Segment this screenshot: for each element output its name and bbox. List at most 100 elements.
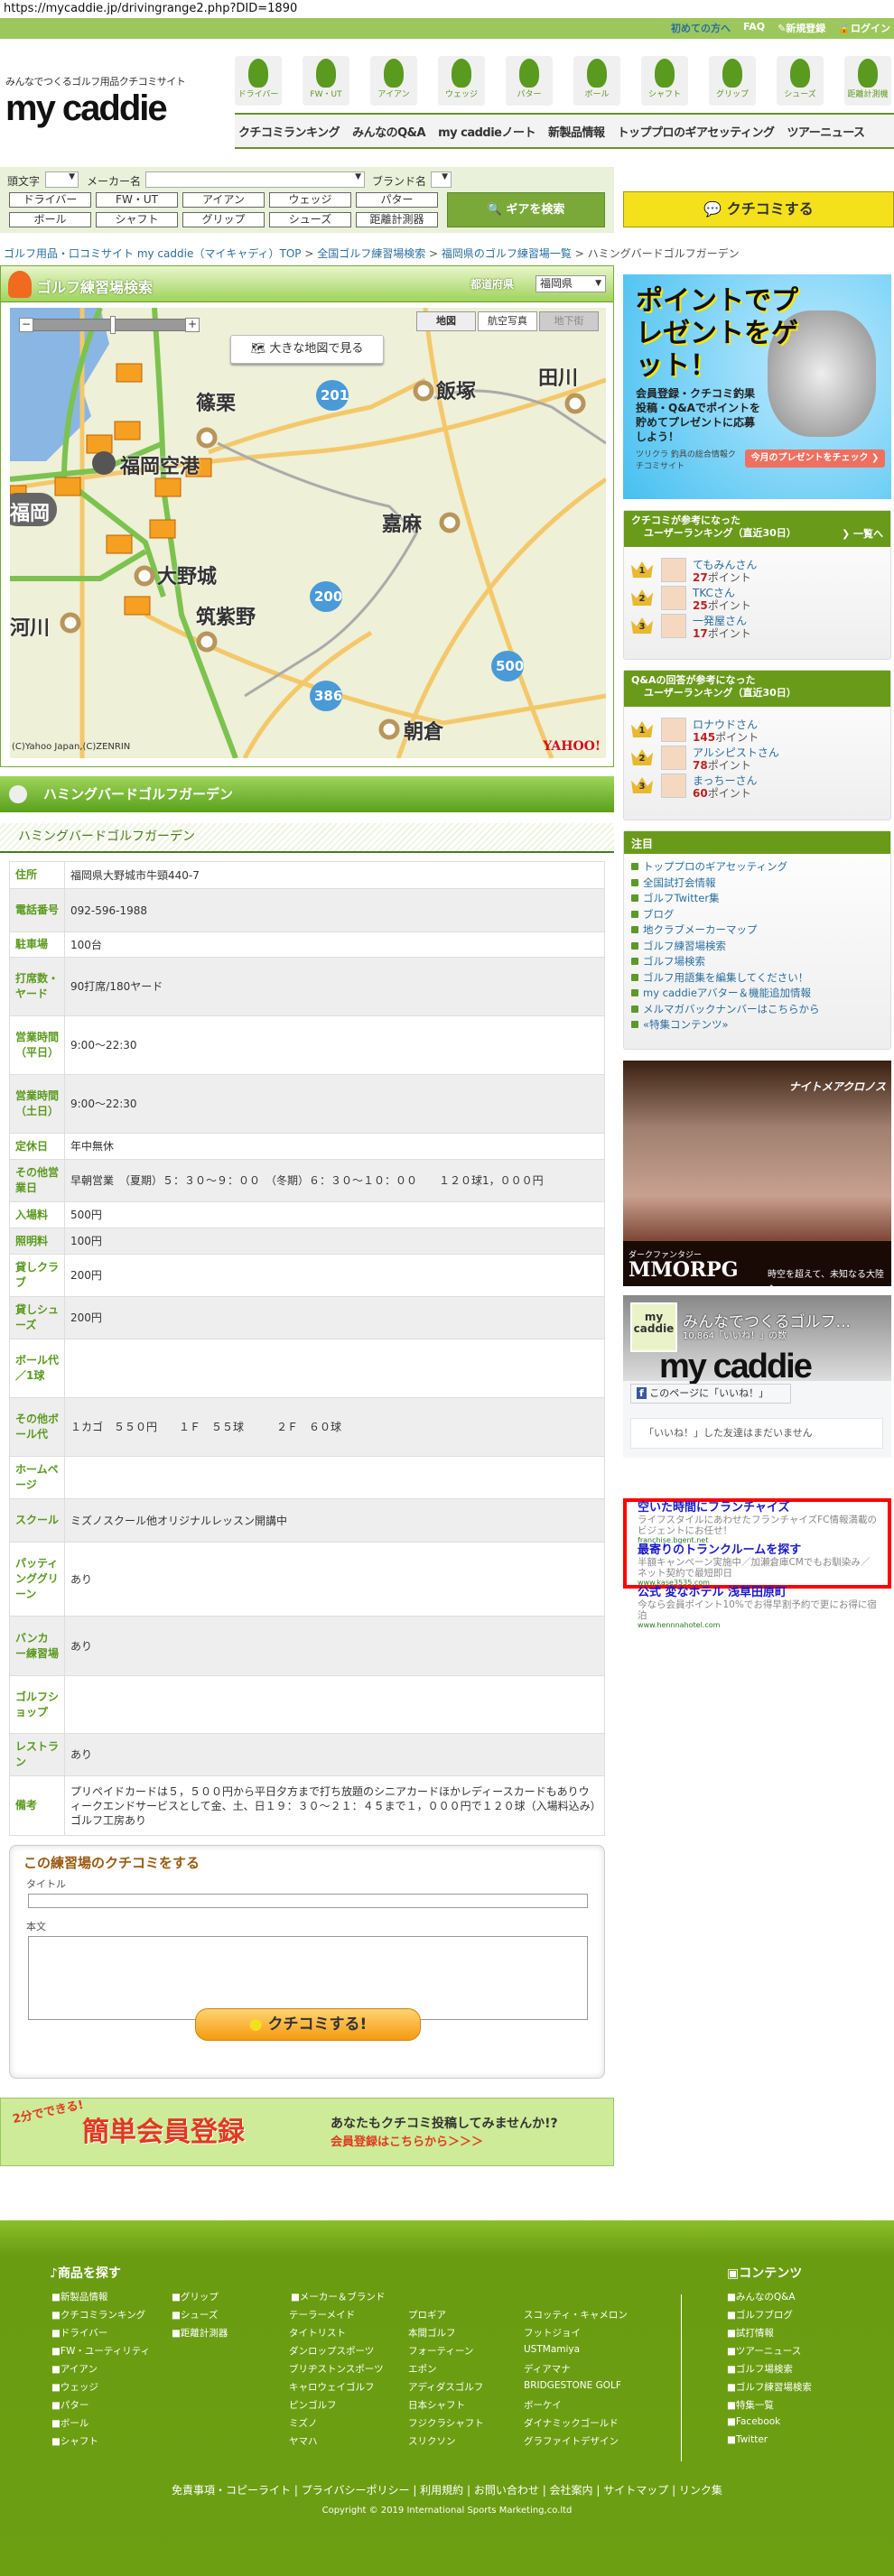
gear-category-button[interactable]: ドライバー — [9, 192, 91, 208]
footer-link[interactable]: ダイナミックゴールド — [524, 2416, 619, 2430]
address-bar-url[interactable]: https://mycaddie.jp/drivingrange2.php?DI… — [4, 2, 297, 15]
main-nav-item[interactable]: トッププロのギアセッティング — [618, 123, 775, 140]
avatar[interactable] — [661, 718, 686, 742]
featured-link[interactable]: メルマガバックナンバーはこちらから — [631, 1002, 883, 1018]
footer-link[interactable]: グラファイトデザイン — [524, 2434, 619, 2448]
ranking-row[interactable]: 3 一発屋さん 17ポイント — [631, 612, 890, 640]
featured-link[interactable]: トッププロのギアセッティング — [631, 859, 883, 876]
fb-like-button[interactable]: f このページに「いいね！」 — [630, 1384, 791, 1404]
nav-icon-6[interactable]: シャフト — [641, 56, 688, 106]
ranking-row[interactable]: 1 てもみんさん 27ポイント — [631, 556, 890, 584]
featured-link[interactable]: 全国試打会情報 — [631, 876, 883, 892]
yahoo-map[interactable]: 篠栗 飯塚 田川 福岡空港 嘉麻 大野城 筑紫野 朝倉 河川 福岡 201 20… — [10, 308, 606, 758]
footer-link[interactable]: ボーケイ — [524, 2398, 562, 2412]
breadcrumb-top[interactable]: ゴルフ用品・口コミサイト my caddie（マイキャディ）TOP — [4, 247, 302, 260]
faq-link[interactable]: FAQ — [743, 21, 765, 35]
register-link[interactable]: ✎新規登録 — [778, 21, 825, 35]
zoom-handle[interactable] — [110, 316, 116, 334]
footer-link[interactable]: ■試打情報 — [727, 2326, 774, 2340]
featured-link[interactable]: «特集コンテンツ» — [631, 1017, 883, 1033]
gear-category-button[interactable]: ボール — [9, 212, 91, 227]
gear-category-button[interactable]: FW・UT — [96, 192, 178, 208]
footer-link[interactable]: ■みんなのQ&A — [727, 2290, 796, 2303]
ad-title[interactable]: 最寄りのトランクルームを探す — [638, 1544, 877, 1557]
footer-link[interactable]: ■FW・ユーティリティ — [51, 2344, 150, 2358]
ranking-row[interactable]: 2 アルシピストさん 78ポイント — [631, 744, 890, 772]
gear-category-button[interactable]: パター — [356, 192, 438, 208]
footer-link[interactable]: スコッティ・キャメロン — [524, 2308, 628, 2321]
footer-link[interactable]: 日本シャフト — [408, 2398, 465, 2412]
gear-category-button[interactable]: シャフト — [96, 212, 178, 227]
footer-link[interactable]: ■ゴルフブログ — [727, 2308, 793, 2321]
footer-link[interactable]: ■ゴルフ練習場検索 — [727, 2380, 812, 2394]
footer-link[interactable]: ■シャフト — [51, 2434, 98, 2448]
nav-icon-5[interactable]: ボール — [573, 56, 620, 106]
nav-icon-1[interactable]: FW・UT — [303, 56, 349, 106]
footer-link[interactable]: スリクソン — [408, 2434, 456, 2448]
footer-link[interactable]: ■ツアーニュース — [727, 2344, 801, 2358]
footer-link[interactable]: ■クチコミランキング — [51, 2308, 145, 2321]
featured-link[interactable]: my caddieアバター＆機能追加情報 — [631, 986, 883, 1002]
footer-link[interactable]: ■ゴルフ場検索 — [727, 2362, 793, 2376]
footer-link[interactable]: ディアマナ — [524, 2362, 571, 2376]
first-time-link[interactable]: 初めての方へ — [671, 21, 731, 35]
main-nav-item[interactable]: 新製品情報 — [548, 123, 605, 140]
zoom-in-button[interactable]: + — [185, 318, 200, 332]
kuchikomi-button[interactable]: 💬 クチコミする — [623, 191, 894, 227]
footer-link[interactable]: USTMamiya — [524, 2344, 580, 2355]
footer-link[interactable]: アディダスゴルフ — [408, 2380, 483, 2394]
gear-category-button[interactable]: 距離計測器 — [356, 212, 438, 227]
ad-cta[interactable]: 今月のプレゼントをチェック ❯ — [745, 449, 885, 468]
footer-link[interactable]: ダンロップスポーツ — [289, 2344, 374, 2358]
footer-link[interactable]: ■アイアン — [51, 2362, 98, 2376]
main-nav-item[interactable]: ツアーニュース — [787, 123, 865, 140]
footer-link[interactable]: プロギア — [408, 2308, 446, 2321]
map-type-underground[interactable]: 地下街 — [539, 311, 599, 331]
avatar[interactable] — [661, 558, 686, 582]
gear-search-button[interactable]: 🔍 ギアを検索 — [447, 192, 605, 227]
map-type-map[interactable]: 地図 — [416, 311, 476, 331]
footer-link[interactable]: ■シューズ — [172, 2308, 218, 2321]
main-nav-item[interactable]: みんなのQ&A — [352, 123, 425, 140]
footer-link[interactable]: ■ボール — [51, 2416, 88, 2430]
zoom-slider[interactable]: − + — [19, 316, 200, 334]
footer-bottom-link[interactable]: リンク集 — [679, 2484, 722, 2497]
footer-bottom-link[interactable]: 利用規約 — [420, 2484, 463, 2497]
featured-link[interactable]: 地クラブメーカーマップ — [631, 922, 883, 939]
footer-link[interactable]: タイトリスト — [289, 2326, 346, 2340]
footer-link[interactable]: ピンゴルフ — [289, 2398, 337, 2412]
footer-link[interactable]: ■グリップ — [172, 2290, 219, 2303]
footer-bottom-link[interactable]: サイトマップ — [603, 2484, 668, 2497]
footer-link[interactable]: ■ドライバー — [51, 2326, 107, 2340]
footer-link[interactable]: ■距離計測器 — [172, 2326, 228, 2340]
nav-icon-7[interactable]: グリップ — [709, 56, 756, 106]
footer-link[interactable]: ヤマハ — [289, 2434, 318, 2448]
footer-link[interactable]: ミズノ — [289, 2416, 318, 2430]
large-map-button[interactable]: 🗺 大きな地図で見る — [230, 335, 384, 364]
footer-link[interactable]: 本間ゴルフ — [408, 2326, 456, 2340]
gear-category-button[interactable]: シューズ — [269, 212, 351, 227]
avatar[interactable] — [661, 774, 686, 798]
footer-link[interactable]: BRIDGESTONE GOLF — [524, 2380, 621, 2391]
footer-link[interactable]: ■Facebook — [727, 2416, 780, 2427]
footer-bottom-link[interactable]: 免責事項・コピーライト — [172, 2484, 291, 2497]
footer-link[interactable]: ブリヂストンスポーツ — [289, 2362, 384, 2376]
footer-link[interactable]: フジクラシャフト — [408, 2416, 484, 2430]
avatar[interactable] — [661, 746, 686, 770]
gear-category-button[interactable]: グリップ — [182, 212, 265, 227]
featured-link[interactable]: ゴルフ練習場検索 — [631, 939, 883, 955]
nav-icon-2[interactable]: アイアン — [370, 56, 417, 106]
footer-link[interactable]: ■特集一覧 — [727, 2398, 774, 2412]
footer-bottom-link[interactable]: 会社案内 — [550, 2484, 593, 2497]
footer-link[interactable]: ■新製品情報 — [51, 2290, 107, 2303]
ad-title[interactable]: 空いた時間にフランチャイズ — [638, 1502, 877, 1515]
footer-link[interactable]: フォーティーン — [408, 2344, 473, 2358]
featured-link[interactable]: ゴルフ場検索 — [631, 954, 883, 970]
register-banner[interactable]: 2分でできる! 簡単会員登録 あなたもクチコミ投稿してみませんか!? 会員登録は… — [0, 2098, 614, 2166]
nav-icon-3[interactable]: ウェッジ — [438, 56, 485, 106]
register-line2[interactable]: 会員登録はこちらから＞＞＞ — [331, 2132, 483, 2149]
ranking-row[interactable]: 2 TKCさん 25ポイント — [631, 584, 890, 612]
gear-category-button[interactable]: ウェッジ — [269, 192, 351, 208]
map-type-aerial[interactable]: 航空写真 — [478, 311, 537, 331]
ranking-row[interactable]: 3 まっちーさん 60ポイント — [631, 772, 890, 800]
